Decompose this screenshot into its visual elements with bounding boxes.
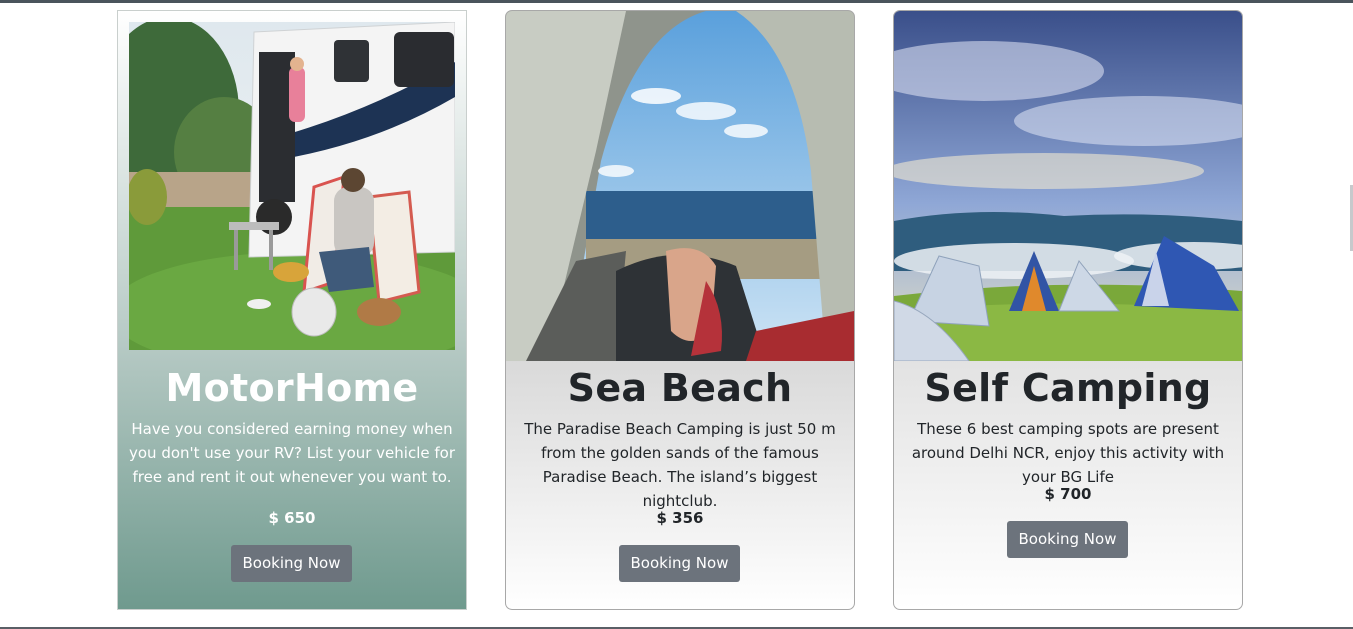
card-description: The Paradise Beach Camping is just 50 m … [524,420,836,510]
sea-beach-image [506,11,854,361]
self-camping-image [894,11,1242,361]
sea-beach-card: Sea Beach The Paradise Beach Camping is … [505,10,855,610]
booking-now-button[interactable]: Booking Now [1007,521,1128,558]
booking-now-button[interactable]: Booking Now [619,545,740,582]
card-price: $ 356 [656,509,704,527]
card-title: Sea Beach [567,366,793,410]
top-border [0,0,1353,3]
card-description: Have you considered earning money when y… [128,420,455,486]
card-description: These 6 best camping spots are present a… [911,420,1225,486]
motorhome-card: MotorHome Have you considered earning mo… [117,10,467,610]
booking-now-button[interactable]: Booking Now [231,545,352,582]
motorhome-image [129,22,455,350]
self-camping-card: Self Camping These 6 best camping spots … [893,10,1243,610]
card-price: $ 650 [268,509,316,527]
card-title: Self Camping [924,366,1212,410]
card-price: $ 700 [1044,485,1092,503]
card-title: MotorHome [165,366,419,410]
